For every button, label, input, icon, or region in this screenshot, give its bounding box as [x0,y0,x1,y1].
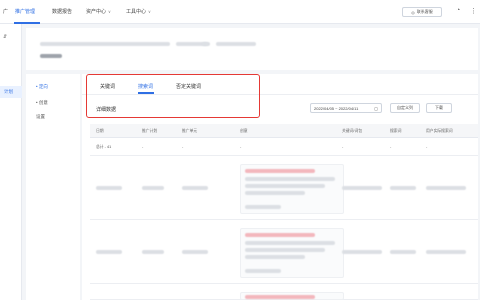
nav-item-campaign-management[interactable]: 推广管理 [15,8,35,15]
summary-dash: - [142,145,144,149]
blurred-cell [426,186,466,190]
summary-dash: - [240,145,242,149]
blurred-creative-text [245,255,305,259]
table-row[interactable] [90,160,478,220]
blurred-creative-title [245,295,315,299]
collapse-icon[interactable]: ⇵ [3,34,7,40]
contact-support-label: 联系客服 [416,9,433,14]
column-header-campaign[interactable]: 推广计划 [142,129,157,134]
highlight-annotation-box [86,74,260,118]
blurred-creative-title [245,233,315,237]
main-content: 关键词 搜索词 否定关键词 详细数据 2022/04/05 ~ 2022/04/… [82,74,478,300]
blurred-cell [342,250,382,254]
rail-item-plan[interactable]: 计划 [0,86,22,98]
download-button[interactable]: 下载 [426,103,452,113]
left-rail: ⇵ 计划 [0,24,22,300]
blurred-campaign-info [202,42,208,46]
creative-preview-card[interactable] [240,228,344,278]
date-range-value: 2022/04/05 ~ 2022/04/11 [314,105,359,111]
blurred-campaign-info [40,42,170,46]
table-row[interactable] [90,288,478,300]
table-row[interactable] [90,224,478,284]
blurred-creative-text [245,177,335,181]
table-header: 日期 推广计划 推广单元 创意 关键词/词包 搜索词 用户实际搜索词 [90,124,478,138]
table-summary-row: 总计 - 41 - - - - - - [90,138,478,156]
blurred-campaign-status [40,54,62,58]
custom-columns-button[interactable]: 自定义列 [390,103,420,113]
column-header-unit[interactable]: 推广单元 [182,129,197,134]
nav-item-data-report[interactable]: 数据报告 [52,8,72,15]
blurred-creative-text [245,241,335,245]
subnav-item-settings[interactable]: 设置 [36,114,45,120]
blurred-creative-link [245,269,281,273]
summary-dash: - [390,145,392,149]
blurred-cell [342,186,382,190]
chevron-down-icon: ∨ [148,9,151,14]
summary-dash: - [426,145,428,149]
blurred-cell [390,186,416,190]
headset-icon: ◎ [411,9,415,15]
nav-asset-label: 资产中心 [86,9,107,15]
sub-navigation: • 定向 • 创意 设置 [26,74,80,300]
blurred-cell [142,250,164,254]
chevron-down-icon: ∨ [108,9,111,14]
menu-icon[interactable]: ⋮ [470,7,477,15]
clock-icon[interactable]: ◔ [456,7,460,14]
nav-item-asset-center[interactable]: 资产中心 ∨ [86,8,111,15]
blurred-cell [390,250,416,254]
blurred-cell [96,250,122,254]
creative-preview-card[interactable] [240,164,344,214]
blurred-creative-title [245,169,315,173]
nav-item-partial[interactable]: 广 [3,8,8,15]
subnav-item-targeting[interactable]: • 定向 [36,84,48,90]
column-header-date[interactable]: 日期 [96,129,104,134]
top-navigation-bar: 广 推广管理 数据报告 资产中心 ∨ 工具中心 ∨ ◎ 联系客服 ◔ ⋮ [0,0,480,24]
blurred-cell [182,186,208,190]
blurred-cell [96,186,122,190]
rail-item-plan-label: 计划 [4,89,13,94]
blurred-creative-text [245,191,305,195]
column-header-keyword[interactable]: 关键词/词包 [342,129,362,134]
column-header-creative[interactable]: 创意 [240,129,248,134]
blurred-creative-text [245,184,325,188]
nav-item-tool-center[interactable]: 工具中心 ∨ [126,8,151,15]
nav-tool-label: 工具中心 [126,9,147,15]
blurred-creative-link [245,205,281,209]
campaign-header-card [26,28,478,70]
contact-support-button[interactable]: ◎ 联系客服 [402,7,442,17]
date-range-picker[interactable]: 2022/04/05 ~ 2022/04/11 ▢ [310,103,382,113]
subnav-item-creative[interactable]: • 创意 [36,100,48,106]
calendar-icon: ▢ [374,105,378,111]
summary-dash: - [182,145,184,149]
blurred-creative-text [245,248,325,252]
summary-dash: - [342,145,344,149]
column-header-search-term[interactable]: 搜索词 [390,129,401,134]
blurred-campaign-info [216,42,256,46]
blurred-cell [426,250,466,254]
summary-label: 总计 - 41 [96,145,112,149]
blurred-cell [142,186,164,190]
creative-preview-card[interactable] [240,292,344,300]
blurred-cell [182,250,208,254]
column-header-actual-search[interactable]: 用户实际搜索词 [426,129,453,134]
